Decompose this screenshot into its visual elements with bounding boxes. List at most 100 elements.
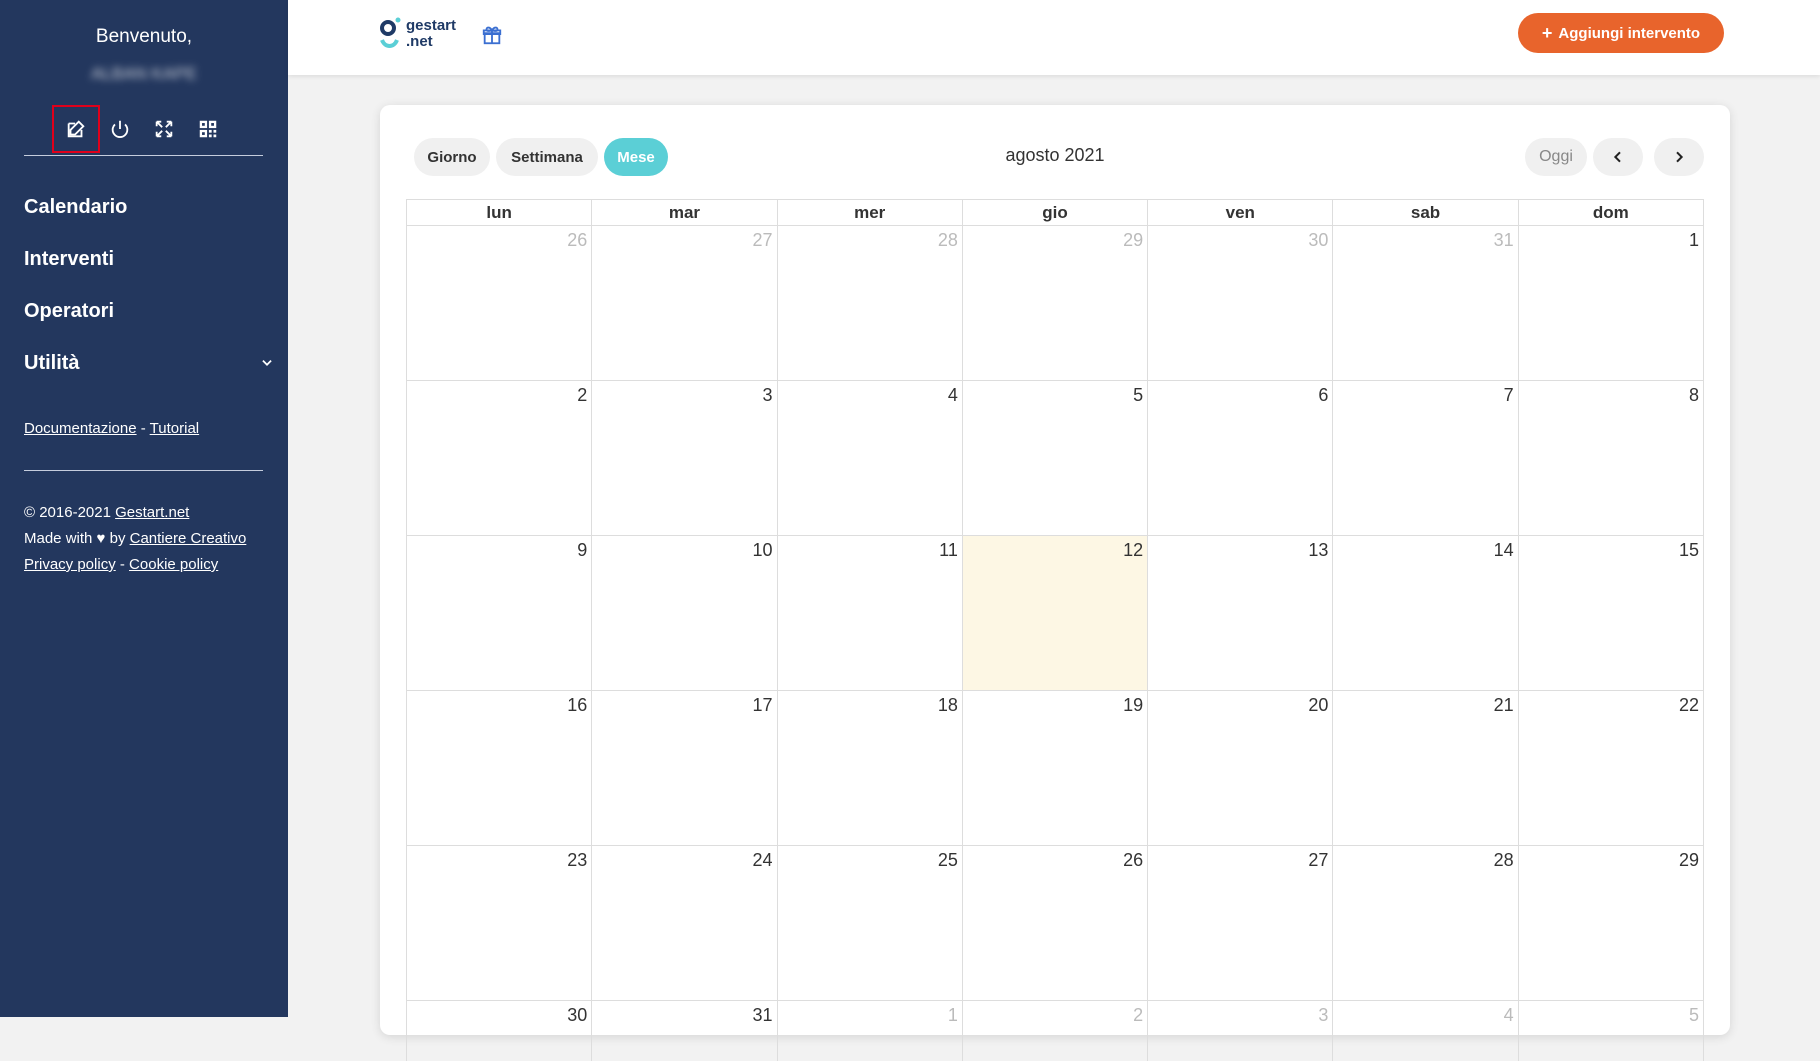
calendar-day[interactable]: 4: [778, 381, 963, 535]
day-number[interactable]: 26: [1123, 850, 1143, 871]
sidebar-item-interventi[interactable]: Interventi: [24, 248, 274, 271]
day-number[interactable]: 5: [1689, 1005, 1699, 1026]
day-number[interactable]: 30: [567, 1005, 587, 1026]
day-number[interactable]: 28: [1494, 850, 1514, 871]
calendar-day[interactable]: 21: [1333, 691, 1519, 845]
day-number[interactable]: 14: [1494, 540, 1514, 561]
creator-link[interactable]: Cantiere Creativo: [130, 530, 247, 547]
next-month-button[interactable]: [1654, 138, 1704, 176]
gift-icon[interactable]: [481, 24, 503, 46]
day-number[interactable]: 30: [1308, 230, 1328, 251]
calendar-day[interactable]: 31: [1333, 226, 1519, 380]
calendar-day[interactable]: 5: [1519, 1001, 1703, 1061]
calendar-day[interactable]: 13: [1148, 536, 1334, 690]
day-number[interactable]: 3: [763, 385, 773, 406]
calendar-day[interactable]: 16: [407, 691, 593, 845]
calendar-day[interactable]: 6: [1148, 381, 1334, 535]
day-number[interactable]: 7: [1504, 385, 1514, 406]
sidebar-item-operatori[interactable]: Operatori: [24, 300, 274, 323]
calendar-day[interactable]: 25: [778, 846, 963, 1000]
calendar-day[interactable]: 15: [1519, 536, 1703, 690]
day-number[interactable]: 27: [753, 230, 773, 251]
day-number[interactable]: 15: [1679, 540, 1699, 561]
day-number[interactable]: 17: [753, 695, 773, 716]
day-number[interactable]: 5: [1133, 385, 1143, 406]
day-number[interactable]: 9: [577, 540, 587, 561]
calendar-day[interactable]: 23: [407, 846, 593, 1000]
fullscreen-button[interactable]: [140, 105, 188, 153]
day-number[interactable]: 28: [938, 230, 958, 251]
calendar-day[interactable]: 31: [592, 1001, 778, 1061]
calendar-day[interactable]: 27: [1148, 846, 1334, 1000]
calendar-day[interactable]: 26: [407, 226, 593, 380]
sidebar-item-utilita[interactable]: Utilità: [24, 352, 274, 375]
calendar-day[interactable]: 3: [592, 381, 778, 535]
day-number[interactable]: 19: [1123, 695, 1143, 716]
day-number[interactable]: 13: [1308, 540, 1328, 561]
calendar-day[interactable]: 22: [1519, 691, 1703, 845]
day-number[interactable]: 1: [948, 1005, 958, 1026]
day-number[interactable]: 23: [567, 850, 587, 871]
calendar-day[interactable]: 29: [963, 226, 1149, 380]
day-number[interactable]: 26: [567, 230, 587, 251]
day-number[interactable]: 31: [1494, 230, 1514, 251]
tutorial-link[interactable]: Tutorial: [150, 420, 199, 437]
calendar-day[interactable]: 2: [407, 381, 593, 535]
calendar-day[interactable]: 4: [1333, 1001, 1519, 1061]
day-number[interactable]: 3: [1318, 1005, 1328, 1026]
sidebar-item-calendario[interactable]: Calendario: [24, 196, 274, 219]
day-number[interactable]: 8: [1689, 385, 1699, 406]
calendar-day[interactable]: 29: [1519, 846, 1703, 1000]
day-number[interactable]: 29: [1679, 850, 1699, 871]
day-number[interactable]: 2: [1133, 1005, 1143, 1026]
qr-code-button[interactable]: [184, 105, 232, 153]
day-number[interactable]: 4: [1504, 1005, 1514, 1026]
edit-profile-button[interactable]: [52, 105, 100, 153]
day-number[interactable]: 6: [1318, 385, 1328, 406]
day-number[interactable]: 10: [753, 540, 773, 561]
today-button[interactable]: Oggi: [1525, 138, 1587, 176]
privacy-policy-link[interactable]: Privacy policy: [24, 556, 116, 573]
calendar-day[interactable]: 11: [778, 536, 963, 690]
calendar-day[interactable]: 2: [963, 1001, 1149, 1061]
calendar-day[interactable]: 26: [963, 846, 1149, 1000]
company-link[interactable]: Gestart.net: [115, 504, 189, 521]
documentation-link[interactable]: Documentazione: [24, 420, 137, 437]
day-number[interactable]: 11: [939, 540, 958, 561]
add-intervention-button[interactable]: + Aggiungi intervento: [1518, 13, 1724, 53]
calendar-day[interactable]: 30: [407, 1001, 593, 1061]
calendar-day[interactable]: 19: [963, 691, 1149, 845]
calendar-day[interactable]: 18: [778, 691, 963, 845]
calendar-day[interactable]: 24: [592, 846, 778, 1000]
day-number[interactable]: 20: [1308, 695, 1328, 716]
day-number[interactable]: 29: [1123, 230, 1143, 251]
calendar-day[interactable]: 5: [963, 381, 1149, 535]
calendar-day[interactable]: 1: [778, 1001, 963, 1061]
day-number[interactable]: 22: [1679, 695, 1699, 716]
calendar-day[interactable]: 3: [1148, 1001, 1334, 1061]
calendar-day[interactable]: 7: [1333, 381, 1519, 535]
day-number[interactable]: 16: [567, 695, 587, 716]
calendar-day-today[interactable]: 12: [962, 536, 1149, 690]
day-number[interactable]: 1: [1689, 230, 1699, 251]
calendar-day[interactable]: 8: [1519, 381, 1703, 535]
gestart-logo[interactable]: gestart .net: [378, 16, 478, 52]
day-number[interactable]: 21: [1494, 695, 1514, 716]
day-number[interactable]: 18: [938, 695, 958, 716]
calendar-day[interactable]: 28: [778, 226, 963, 380]
prev-month-button[interactable]: [1593, 138, 1643, 176]
calendar-day[interactable]: 14: [1333, 536, 1519, 690]
calendar-day[interactable]: 20: [1148, 691, 1334, 845]
day-number[interactable]: 4: [948, 385, 958, 406]
cookie-policy-link[interactable]: Cookie policy: [129, 556, 218, 573]
calendar-day[interactable]: 9: [407, 536, 593, 690]
calendar-day[interactable]: 17: [592, 691, 778, 845]
calendar-day[interactable]: 30: [1148, 226, 1334, 380]
day-number[interactable]: 2: [577, 385, 587, 406]
calendar-day[interactable]: 28: [1333, 846, 1519, 1000]
calendar-day[interactable]: 10: [592, 536, 778, 690]
day-number[interactable]: 27: [1308, 850, 1328, 871]
calendar-day[interactable]: 1: [1519, 226, 1703, 380]
day-number[interactable]: 12: [1123, 540, 1143, 561]
day-number[interactable]: 31: [753, 1005, 773, 1026]
